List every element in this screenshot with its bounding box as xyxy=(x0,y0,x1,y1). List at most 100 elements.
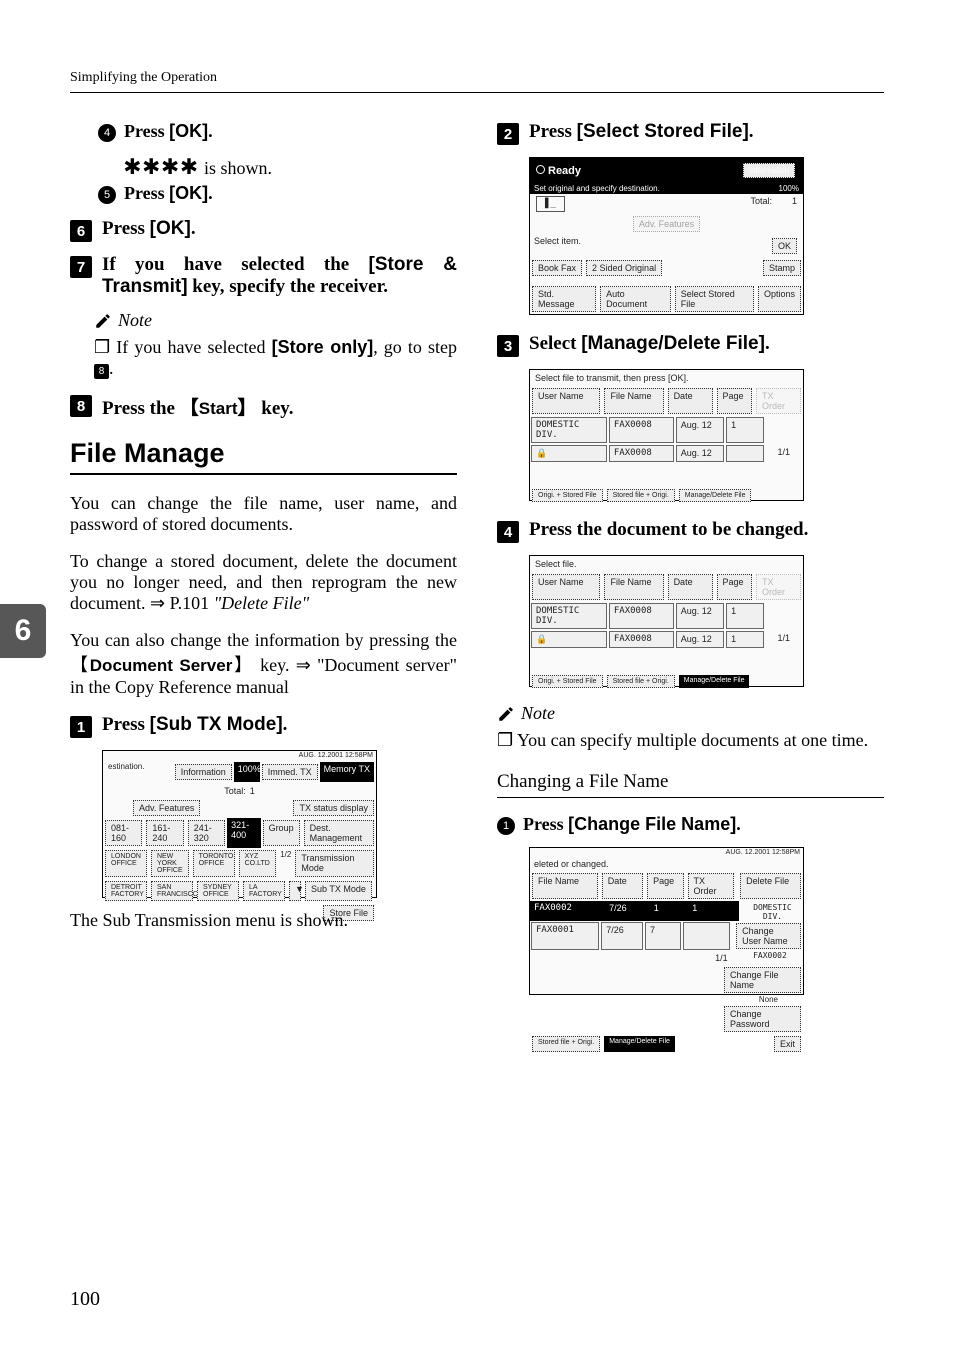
ss4-tab-1[interactable]: Origi. + Stored File xyxy=(532,675,603,688)
store-only-button-label: [Store only] xyxy=(272,337,374,357)
ss5-exit[interactable]: Exit xyxy=(774,1036,801,1052)
ss2-two-sided[interactable]: 2 Sided Original xyxy=(586,260,662,276)
ss2-ok-button[interactable]: OK xyxy=(772,238,797,254)
ss4-r1-date: Aug. 12 xyxy=(676,603,724,629)
file-manage-para-3: You can also change the information by p… xyxy=(70,630,457,698)
ss1-memory-tx[interactable]: Memory TX xyxy=(320,762,374,782)
ss2-options[interactable]: Options xyxy=(758,286,801,312)
ss1-dest-la[interactable]: LA FACTORY xyxy=(243,881,285,901)
ss4-col-date[interactable]: Date xyxy=(668,574,713,600)
step-7-note-period: . xyxy=(109,358,114,378)
ss3-r1-page: 1 xyxy=(726,417,763,443)
ss3-col-user[interactable]: User Name xyxy=(532,388,600,414)
ss5-col-date[interactable]: Date xyxy=(602,873,643,899)
ss4-row-2[interactable]: 🔒 FAX0008 Aug. 12 1 1/1 xyxy=(530,630,803,649)
ss1-arrow-down-icon[interactable]: ▼ xyxy=(289,881,301,901)
ss3-tab-1[interactable]: Origi. + Stored File xyxy=(532,489,603,502)
ss1-trans-mode[interactable]: Transmission Mode xyxy=(295,850,374,877)
step-6-label: Press xyxy=(102,218,150,239)
ss2-select-stored-file[interactable]: Select Stored File xyxy=(675,286,754,312)
ss4-r1-page: 1 xyxy=(726,603,763,629)
ss3-col-date[interactable]: Date xyxy=(668,388,713,414)
ss1-dest-xyz[interactable]: XYZ CO.LTD xyxy=(239,850,277,877)
substep-number-1-icon: 1 xyxy=(497,817,515,835)
ss3-row-1[interactable]: DOMESTIC DIV. FAX0008 Aug. 12 1 xyxy=(530,416,803,444)
ss5-domestic: DOMESTIC DIV. xyxy=(742,901,803,921)
ss1-dest-toronto[interactable]: TORONTO OFFICE xyxy=(193,850,235,877)
ss2-input-field[interactable]: ▋_ xyxy=(536,196,565,212)
ss1-range-1[interactable]: 081-160 xyxy=(105,820,142,846)
ss5-delete-file[interactable]: Delete File xyxy=(740,873,801,899)
ss1-dest-sanfran[interactable]: SAN FRANCISCO xyxy=(151,881,193,901)
ss5-col-page[interactable]: Page xyxy=(647,873,683,899)
ss1-range-2[interactable]: 161-240 xyxy=(146,820,183,846)
step-3-text: Select [Manage/Delete File]. xyxy=(529,333,884,355)
ss1-group[interactable]: Group xyxy=(263,820,300,846)
ss4-col-file[interactable]: File Name xyxy=(604,574,663,600)
ss5-change-pwd[interactable]: Change Password xyxy=(724,1006,801,1032)
ss2-information-button[interactable]: Information xyxy=(743,163,795,178)
ss5-tab-2[interactable]: Manage/Delete File xyxy=(604,1036,675,1052)
step-7: 7 If you have selected the [Store & Tran… xyxy=(70,254,457,298)
step-7-note-b: , go to step xyxy=(373,337,457,357)
ss1-sub-tx-mode[interactable]: Sub TX Mode xyxy=(305,881,372,901)
ss3-tab-2[interactable]: Stored file + Origi. xyxy=(607,489,675,502)
ss5-r1-file[interactable]: FAX0002 xyxy=(530,901,605,921)
note-label: Note xyxy=(118,310,152,331)
ss3-r2-date: Aug. 12 xyxy=(676,445,724,462)
substep-4: 4 Press [OK]. xyxy=(98,121,457,142)
ss2-book-fax[interactable]: Book Fax xyxy=(532,260,582,276)
ss5-r1-date: 7/26 xyxy=(605,901,650,921)
ss2-auto-document[interactable]: Auto Document xyxy=(600,286,671,312)
ss1-dest-london[interactable]: LONDON OFFICE xyxy=(105,850,147,877)
ss5-change-file[interactable]: Change File Name xyxy=(724,967,801,993)
pencil-icon xyxy=(94,312,112,330)
step-4: 4 Press the document to be changed. xyxy=(497,519,884,543)
ss5-tab-1[interactable]: Stored file + Origi. xyxy=(532,1036,600,1052)
ss4-pager: 1/1 xyxy=(765,630,803,649)
ss1-range-4[interactable]: 321-400 xyxy=(227,818,260,848)
ss4-r2-user: 🔒 xyxy=(531,631,607,648)
ss5-hint: eleted or changed. xyxy=(530,857,803,871)
screenshot-1-caption: The Sub Transmission menu is shown. xyxy=(70,910,457,931)
substep-5-period: . xyxy=(208,183,213,203)
ss4-row-1[interactable]: DOMESTIC DIV. FAX0008 Aug. 12 1 xyxy=(530,602,803,630)
ss4-col-user[interactable]: User Name xyxy=(532,574,600,600)
manage-delete-file-button-label: [Manage/Delete File] xyxy=(581,333,765,354)
ss1-range-3[interactable]: 241-320 xyxy=(188,820,225,846)
ss3-col-page[interactable]: Page xyxy=(717,388,753,414)
ss3-tab-3[interactable]: Manage/Delete File xyxy=(679,489,752,502)
ss4-tab-2[interactable]: Stored file + Origi. xyxy=(607,675,675,688)
ss2-std-message[interactable]: Std. Message xyxy=(532,286,596,312)
step-3-period: . xyxy=(765,333,770,354)
ss5-r2-file[interactable]: FAX0001 xyxy=(531,922,599,950)
ss1-adv-features[interactable]: Adv. Features xyxy=(133,800,200,816)
ss4-col-page[interactable]: Page xyxy=(717,574,753,600)
ss1-dest-detroit[interactable]: DETROIT FACTORY xyxy=(105,881,147,901)
ss2-adv-features[interactable]: Adv. Features xyxy=(633,216,700,232)
ss5-change-user[interactable]: Change User Name xyxy=(736,923,801,949)
note-heading-2: Note xyxy=(497,703,884,724)
ss1-immed-tx[interactable]: Immed. TX xyxy=(262,764,318,780)
ss1-tx-status[interactable]: TX status display xyxy=(293,800,374,816)
ss5-col-tx[interactable]: TX Order xyxy=(688,873,734,899)
ss1-information-button[interactable]: Information xyxy=(175,764,232,780)
ss1-total-value: 1 xyxy=(248,784,257,798)
ss5-col-file[interactable]: File Name xyxy=(532,873,598,899)
screenshot-sub-tx-mode: AUG. 12.2001 12:58PM estination. Informa… xyxy=(102,750,377,898)
step-2: 2 Press [Select Stored File]. xyxy=(497,121,884,145)
ss2-stamp[interactable]: Stamp xyxy=(763,260,801,276)
pencil-icon-2 xyxy=(497,705,515,723)
ss1-dest-newyork[interactable]: NEW YORK OFFICE xyxy=(151,850,189,877)
ss2-ready-label: Ready xyxy=(548,165,581,177)
ss1-dest-mgmt[interactable]: Dest. Management xyxy=(304,820,374,846)
section-title-file-manage: File Manage xyxy=(70,438,457,475)
ss4-r1-file: FAX0008 xyxy=(609,603,674,629)
ss3-row-2[interactable]: 🔒 FAX0008 Aug. 12 1/1 xyxy=(530,444,803,463)
ss4-tab-3[interactable]: Manage/Delete File xyxy=(679,675,750,688)
ss1-pager: 1/2 xyxy=(278,848,293,879)
ss1-dest-sydney[interactable]: SYDNEY OFFICE xyxy=(197,881,239,901)
ss5-fax0002: FAX0002 xyxy=(737,951,803,965)
ss3-col-file[interactable]: File Name xyxy=(604,388,663,414)
note-body-text-2: You can specify multiple documents at on… xyxy=(517,730,868,750)
